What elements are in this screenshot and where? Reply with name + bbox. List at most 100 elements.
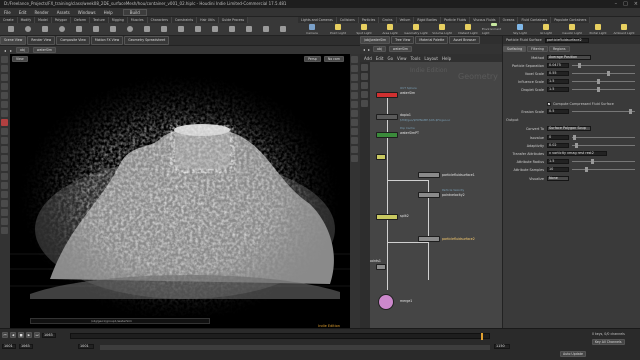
spot-light-tool[interactable]: Spot Light	[352, 23, 376, 35]
persp-menu[interactable]: Persp	[304, 56, 321, 62]
particle-separation-slider[interactable]	[572, 63, 635, 68]
rotate-tool-icon[interactable]	[1, 74, 8, 81]
node-name-field[interactable]: particlefluidsurface2	[544, 37, 589, 43]
node-particlefluidsurface1[interactable]	[418, 172, 440, 178]
adaptivity-field[interactable]: 0.02	[547, 143, 569, 148]
grid-tool[interactable]	[72, 23, 86, 35]
node-particlefluidsurface2[interactable]	[418, 236, 440, 242]
view-tool-icon[interactable]	[1, 110, 8, 117]
stop-button[interactable]: ■	[18, 332, 24, 338]
secure-selection-icon[interactable]	[1, 191, 8, 198]
key-all-button[interactable]: Key All Channels	[592, 339, 625, 345]
torus-tool[interactable]	[55, 23, 69, 35]
attribute-radius-field[interactable]: 1.5	[547, 159, 569, 164]
node-split[interactable]	[376, 214, 398, 220]
close-icon[interactable]: ×	[634, 1, 638, 7]
selection-mode-icon[interactable]	[1, 137, 8, 144]
adaptivity-slider[interactable]	[572, 143, 635, 148]
prim-numbers-icon[interactable]	[351, 128, 358, 135]
group-mode-icon[interactable]	[1, 182, 8, 189]
auto-update-menu[interactable]: Auto Update	[560, 351, 586, 357]
points-mode-icon[interactable]	[1, 146, 8, 153]
network-tool-icon[interactable]	[361, 82, 368, 89]
voxel-scale-slider[interactable]	[572, 71, 635, 76]
current-frame-field[interactable]: 1063	[42, 332, 56, 338]
network-canvas[interactable]: Indie Edition Geometry OUT Sphere waterS…	[370, 62, 502, 328]
particle-separation-field[interactable]: 0.0475	[547, 63, 569, 68]
null-tool[interactable]	[89, 23, 103, 35]
forward-icon[interactable]: ▸	[10, 48, 12, 53]
vertex-icon[interactable]	[351, 155, 358, 162]
menu-assets[interactable]: Assets	[57, 10, 70, 15]
curve-tool[interactable]	[140, 23, 154, 35]
path-watersim[interactable]: waterSim	[32, 47, 56, 53]
sky-light-tool[interactable]: Sky Light	[508, 23, 532, 35]
camera-tool[interactable]: Camera	[300, 23, 324, 35]
net-menu-tools[interactable]: Tools	[411, 56, 421, 61]
path-watersim[interactable]: waterSim	[388, 46, 412, 52]
end-frame-field[interactable]: 1063	[19, 344, 33, 349]
metaball-tool[interactable]	[259, 23, 273, 35]
scale-tool-icon[interactable]	[1, 83, 8, 90]
tab-geometry-spreadsheet[interactable]: Geometry Spreadsheet	[124, 36, 170, 45]
menu-help[interactable]: Help	[104, 10, 113, 15]
tab-regions[interactable]: Regions	[548, 45, 570, 52]
node-null[interactable]	[376, 154, 386, 160]
menu-edit[interactable]: Edit	[19, 10, 27, 15]
attribute-samples-slider[interactable]	[572, 167, 635, 172]
normals-icon[interactable]	[351, 110, 358, 117]
forward-icon[interactable]: ▸	[368, 47, 370, 52]
sphere-tool[interactable]	[21, 23, 35, 35]
template-icon[interactable]	[351, 101, 358, 108]
node-dopio[interactable]	[376, 114, 398, 120]
snap-icon[interactable]	[1, 119, 8, 126]
point-numbers-icon[interactable]	[351, 119, 358, 126]
play-reverse-button[interactable]: ◀	[10, 332, 16, 338]
net-menu-go[interactable]: Go	[388, 56, 394, 61]
menu-file[interactable]: File	[4, 10, 11, 15]
attribute-samples-field[interactable]: 10	[547, 167, 569, 172]
prims-mode-icon[interactable]	[1, 164, 8, 171]
transfer-attributes-field[interactable]: v vorticity vmag rest rest2	[547, 151, 607, 156]
net-menu-add[interactable]: Add	[364, 56, 372, 61]
handle-tool-icon[interactable]	[1, 92, 8, 99]
tab-composite-view[interactable]: Composite View	[56, 36, 90, 45]
spray-paint-tool[interactable]	[191, 23, 205, 35]
ambient-light-tool[interactable]: Ambient Light	[612, 23, 636, 35]
tab-render-view[interactable]: Render View	[27, 36, 56, 45]
env-light-tool[interactable]: Environment Light	[482, 23, 506, 35]
node-watersimpt[interactable]	[376, 132, 398, 138]
camera-menu[interactable]: No cam	[323, 56, 344, 62]
line-tool[interactable]	[106, 23, 120, 35]
portal-light-tool[interactable]: Portal Light	[586, 23, 610, 35]
menu-render[interactable]: Render	[34, 10, 48, 15]
gi-light-tool[interactable]: GI Light	[534, 23, 558, 35]
visualize-select[interactable]: None	[547, 176, 569, 181]
droplet-scale-field[interactable]: 1.5	[547, 87, 569, 92]
tab-network[interactable]: /obj/waterSim	[360, 36, 391, 44]
node-pointvelocity[interactable]	[418, 192, 440, 198]
tab-surfacing[interactable]: Surfacing	[503, 45, 527, 52]
attribute-radius-slider[interactable]	[572, 159, 635, 164]
viewport[interactable]	[10, 54, 350, 316]
path-tool[interactable]	[174, 23, 188, 35]
erosion-scale-field[interactable]: 0.5	[547, 109, 569, 114]
magnet-icon[interactable]	[1, 128, 8, 135]
minimize-icon[interactable]: –	[615, 1, 618, 7]
contained-only-icon[interactable]	[1, 209, 8, 216]
network-tool-icon[interactable]	[361, 100, 368, 107]
tab-tree-view[interactable]: Tree View	[391, 36, 415, 44]
caustic-light-tool[interactable]: Caustic Light	[560, 23, 584, 35]
platonic-tool[interactable]	[225, 23, 239, 35]
point-light-tool[interactable]: Point Light	[326, 23, 350, 35]
network-tool-icon[interactable]	[361, 64, 368, 71]
node-watersim-out[interactable]	[376, 92, 398, 98]
range-start-field[interactable]: 1001	[78, 344, 94, 349]
net-menu-layout[interactable]: Layout	[424, 56, 438, 61]
font-tool[interactable]	[208, 23, 222, 35]
desktop-select[interactable]: Build	[122, 8, 147, 16]
draw-curve-tool[interactable]	[157, 23, 171, 35]
compressed-checkbox[interactable]: ✓	[547, 101, 551, 106]
shrink-selection-icon[interactable]	[1, 227, 8, 234]
visible-only-icon[interactable]	[1, 200, 8, 207]
